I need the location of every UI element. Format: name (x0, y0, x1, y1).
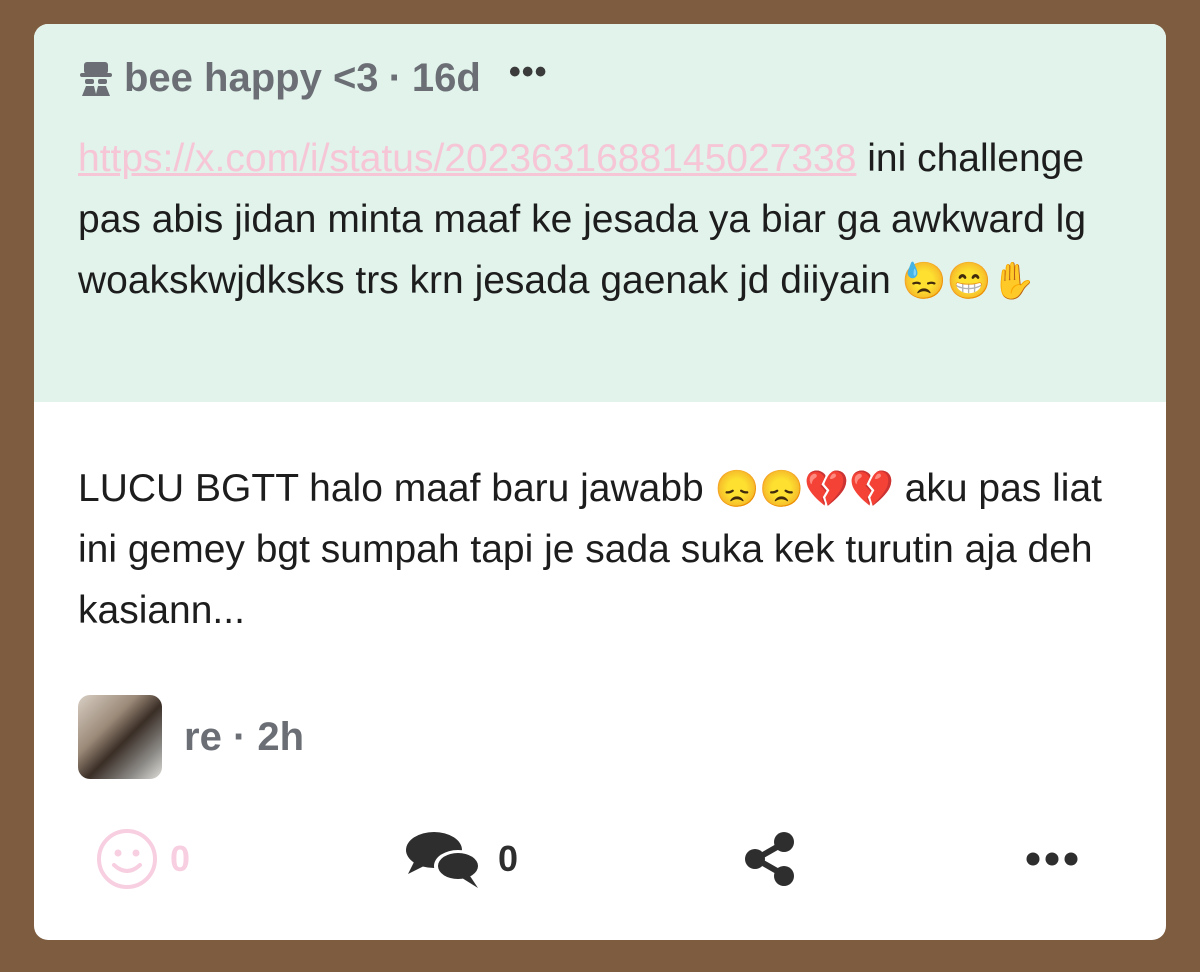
quoted-post[interactable]: bee happy <3 · 16d ••• https://x.com/i/s… (34, 24, 1166, 402)
reply-separator: · (232, 714, 247, 759)
quoted-emojis: 😓😁✋ (901, 260, 1037, 301)
reply-text-1: LUCU BGTT halo maaf baru jawabb (78, 467, 715, 510)
post-card: bee happy <3 · 16d ••• https://x.com/i/s… (34, 24, 1166, 940)
like-button[interactable]: 0 (96, 824, 190, 894)
quoted-more-button[interactable]: ••• (509, 53, 548, 92)
like-count: 0 (170, 838, 191, 879)
more-icon (1026, 852, 1078, 866)
reply-body: LUCU BGTT halo maaf baru jawabb 😞😞💔💔 aku… (78, 458, 1128, 641)
action-bar: 0 0 (34, 824, 1166, 894)
status-link[interactable]: https://x.com/i/status/20236316881450273… (78, 137, 856, 180)
quoted-timestamp: 16d (411, 55, 481, 100)
more-options-button[interactable] (1024, 824, 1080, 894)
reply-author-name[interactable]: re (184, 715, 222, 759)
reply-timestamp: 2h (257, 714, 305, 759)
reply-emojis: 😞😞💔💔 (714, 468, 894, 509)
quoted-post-header: bee happy <3 · 16d ••• (78, 53, 548, 102)
share-button[interactable] (742, 824, 798, 894)
quoted-author-name[interactable]: bee happy <3 (124, 56, 379, 101)
smiley-icon (97, 829, 157, 889)
comment-button[interactable]: 0 (404, 824, 518, 894)
reply-author: re · 2h (78, 694, 304, 780)
comment-count: 0 (498, 838, 519, 879)
quoted-post-text: https://x.com/i/status/20236316881450273… (78, 128, 1128, 311)
avatar[interactable] (78, 695, 162, 779)
comments-icon (406, 832, 482, 888)
quoted-separator: · (388, 55, 402, 100)
share-icon (745, 832, 794, 886)
spy-icon (80, 62, 112, 96)
reply-author-meta: re · 2h (184, 715, 304, 760)
